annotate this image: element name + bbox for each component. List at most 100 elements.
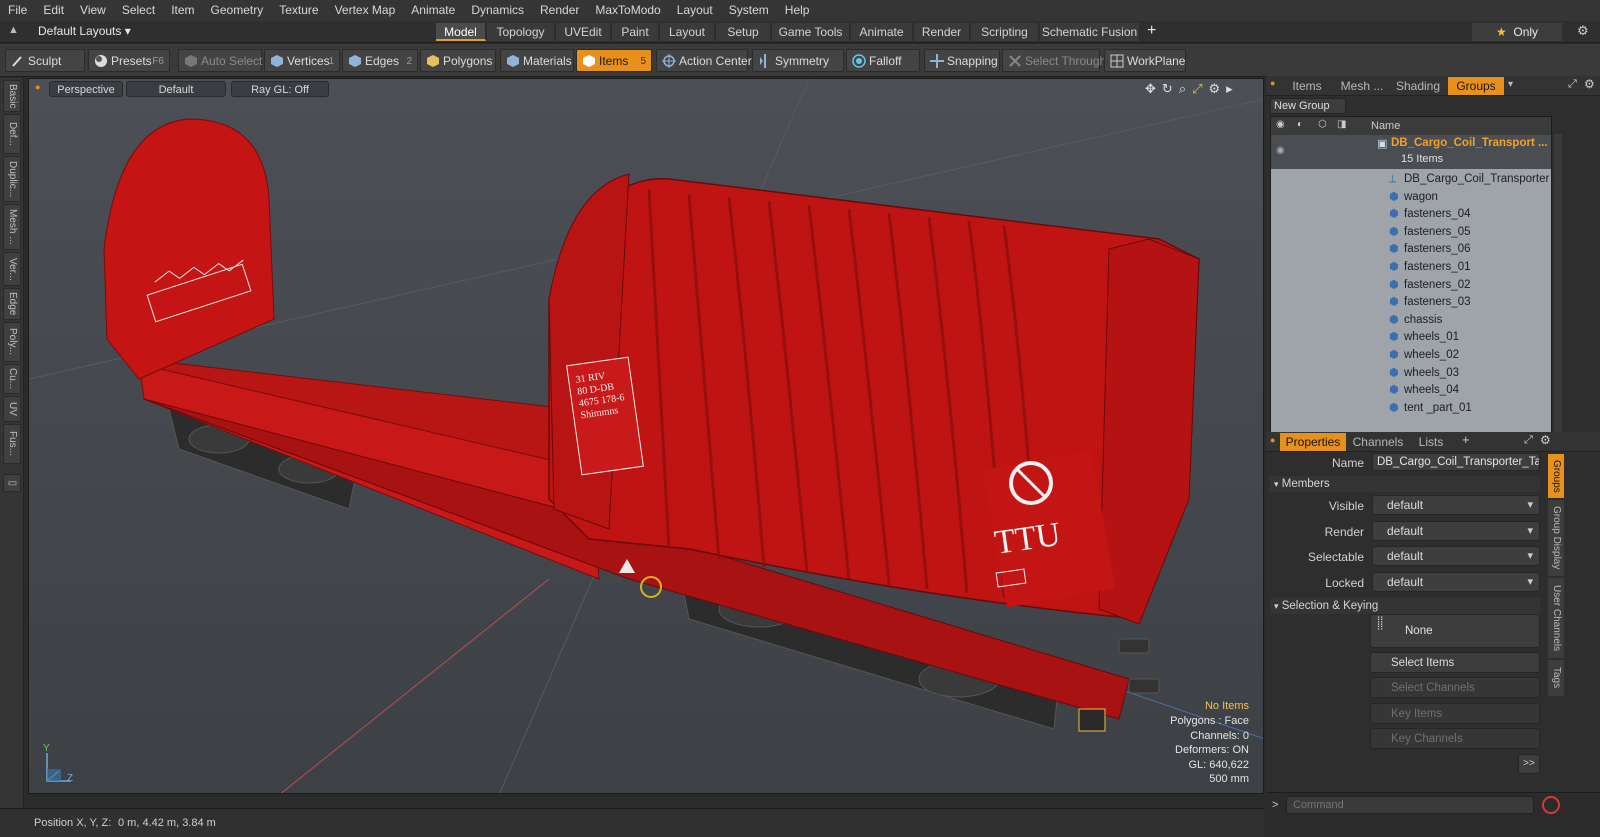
tab-mesh[interactable]: Mesh ...	[1336, 77, 1388, 95]
layout-preset-dropdown[interactable]: Default Layouts ▾	[38, 24, 131, 38]
tab-dropdown-icon[interactable]: ▾	[1508, 79, 1513, 90]
properties-menu-icon[interactable]: ●	[1270, 435, 1275, 445]
add-tab-icon[interactable]: +	[1147, 22, 1156, 40]
3d-viewport[interactable]: ● Perspective Default Ray GL: Off ✥↻⌕⤢⚙▸	[28, 78, 1264, 794]
menu-layout[interactable]: Layout	[669, 0, 721, 21]
vertices-button[interactable]: Vertices 1	[264, 49, 340, 72]
expand-properties-icon[interactable]: ⤢	[1524, 434, 1533, 447]
add-tab-icon[interactable]: +	[1462, 432, 1470, 447]
snapping-button[interactable]: Snapping	[924, 49, 1000, 72]
list-item[interactable]: ⬢ tent _part_01	[1271, 400, 1551, 418]
select-channels-button[interactable]: Select Channels	[1370, 677, 1540, 698]
properties-gear-icon[interactable]: ⚙	[1540, 433, 1551, 447]
vtab-deform[interactable]: Def...	[3, 114, 21, 154]
vtab-uv[interactable]: UV	[3, 396, 21, 422]
layout-up-icon[interactable]: ▲	[8, 24, 19, 36]
menu-render[interactable]: Render	[532, 0, 587, 21]
tab-game-tools[interactable]: Game Tools	[772, 23, 850, 41]
list-item[interactable]: ⬢ fasteners_04	[1271, 206, 1551, 224]
tab-groups[interactable]: Groups	[1448, 77, 1504, 95]
side-tab-group-display[interactable]: Group Display	[1548, 500, 1564, 576]
tab-topology[interactable]: Topology	[487, 23, 555, 41]
new-group-button[interactable]: New Group	[1270, 98, 1346, 114]
tab-schematic-fusion[interactable]: Schematic Fusion	[1040, 23, 1140, 41]
tab-items[interactable]: Items	[1280, 77, 1334, 95]
tab-animate[interactable]: Animate	[851, 23, 913, 41]
list-item[interactable]: ⬢ fasteners_02	[1271, 277, 1551, 295]
vtab-duplicate[interactable]: Duplic...	[3, 156, 21, 202]
tab-setup[interactable]: Setup	[716, 23, 771, 41]
presets-button[interactable]: Presets F6	[88, 49, 170, 72]
none-button[interactable]: ⁝⁝ ⁝⁝ None	[1370, 614, 1540, 648]
selection-keying-section-header[interactable]: ▾ Selection & Keying	[1270, 598, 1540, 614]
action-center-button[interactable]: Action Center	[656, 49, 752, 72]
materials-button[interactable]: Materials	[500, 49, 574, 72]
sculpt-button[interactable]: Sculpt	[5, 49, 85, 72]
record-icon[interactable]	[1542, 796, 1560, 814]
falloff-button[interactable]: Falloff	[846, 49, 920, 72]
menu-texture[interactable]: Texture	[271, 0, 326, 21]
list-item[interactable]: ⬢ wheels_03	[1271, 365, 1551, 383]
list-item[interactable]: ⬢ wheels_01	[1271, 329, 1551, 347]
list-item[interactable]: ⬢ fasteners_03	[1271, 294, 1551, 312]
name-input[interactable]: DB_Cargo_Coil_Transporter_Tarp	[1372, 453, 1540, 471]
tab-layout[interactable]: Layout	[660, 23, 715, 41]
menu-edit[interactable]: Edit	[35, 0, 72, 21]
tab-uvedit[interactable]: UVEdit	[556, 23, 611, 41]
side-tab-tags[interactable]: Tags	[1548, 660, 1564, 696]
render-dropdown[interactable]: default	[1372, 521, 1540, 541]
tab-channels[interactable]: Channels	[1348, 433, 1408, 451]
vtab-fusion[interactable]: Fus...	[3, 424, 21, 464]
list-item[interactable]: ⬢ wheels_04	[1271, 382, 1551, 400]
auto-select-button[interactable]: Auto Select	[178, 49, 262, 72]
tab-properties[interactable]: Properties	[1280, 433, 1346, 451]
visibility-eye-icon[interactable]: ◉	[1276, 145, 1285, 156]
polygons-button[interactable]: Polygons	[420, 49, 496, 72]
menu-maxtomodo[interactable]: MaxToModo	[587, 0, 668, 21]
key-channels-button[interactable]: Key Channels	[1370, 728, 1540, 749]
menu-help[interactable]: Help	[777, 0, 818, 21]
select-items-button[interactable]: Select Items	[1370, 652, 1540, 673]
outliner-scrollbar[interactable]	[1554, 134, 1562, 434]
vtab-mesh[interactable]: Mesh ...	[3, 204, 21, 250]
command-input[interactable]	[1286, 796, 1534, 814]
menu-dynamics[interactable]: Dynamics	[463, 0, 532, 21]
menu-view[interactable]: View	[72, 0, 114, 21]
side-tab-user-channels[interactable]: User Channels	[1548, 578, 1564, 658]
vtab-edge[interactable]: Edge	[3, 288, 21, 320]
menu-file[interactable]: File	[0, 0, 35, 21]
wagon-model[interactable]: 31 RIV 80 D-DB 4675 178-6 Shimmns TTU	[29, 79, 1264, 794]
list-item[interactable]: ⬢ fasteners_06	[1271, 241, 1551, 259]
tab-lists[interactable]: Lists	[1410, 433, 1452, 451]
side-tab-groups[interactable]: Groups	[1548, 454, 1564, 498]
more-button[interactable]: >>	[1518, 754, 1540, 774]
workplane-button[interactable]: WorkPlane	[1104, 49, 1186, 72]
symmetry-button[interactable]: Symmetry	[752, 49, 844, 72]
list-item[interactable]: ⬢ fasteners_01	[1271, 259, 1551, 277]
vtab-polygon[interactable]: Poly...	[3, 322, 21, 362]
tab-model[interactable]: Model	[436, 23, 486, 41]
items-button[interactable]: Items 5	[576, 49, 652, 72]
panel-gear-icon[interactable]: ⚙	[1584, 77, 1595, 91]
tab-scripting[interactable]: Scripting	[971, 23, 1039, 41]
menu-select[interactable]: Select	[114, 0, 163, 21]
list-item[interactable]: ⟂ DB_Cargo_Coil_Transporter ...	[1271, 171, 1562, 189]
menu-system[interactable]: System	[721, 0, 777, 21]
members-section-header[interactable]: ▾ Members	[1270, 476, 1540, 492]
list-item[interactable]: ⬢ chassis	[1271, 312, 1551, 330]
tab-shading[interactable]: Shading	[1390, 77, 1446, 95]
group-row[interactable]: ◉ ▣ DB_Cargo_Coil_Transport ... 15 Items	[1271, 135, 1551, 169]
only-toggle[interactable]: ★ Only	[1472, 23, 1562, 41]
vtab-basic[interactable]: Basic	[3, 80, 21, 112]
list-item[interactable]: ⬢ wagon	[1271, 189, 1551, 207]
tab-render[interactable]: Render	[914, 23, 970, 41]
menu-vertex-map[interactable]: Vertex Map	[327, 0, 404, 21]
menu-item[interactable]: Item	[163, 0, 202, 21]
list-item[interactable]: ⬢ wheels_02	[1271, 347, 1551, 365]
menu-geometry[interactable]: Geometry	[203, 0, 272, 21]
visible-dropdown[interactable]: default	[1372, 495, 1540, 515]
vtab-expand[interactable]: ▭	[3, 474, 21, 492]
gear-icon[interactable]: ⚙	[1577, 23, 1589, 39]
vtab-vertex[interactable]: Ver...	[3, 252, 21, 286]
key-items-button[interactable]: Key Items	[1370, 703, 1540, 724]
